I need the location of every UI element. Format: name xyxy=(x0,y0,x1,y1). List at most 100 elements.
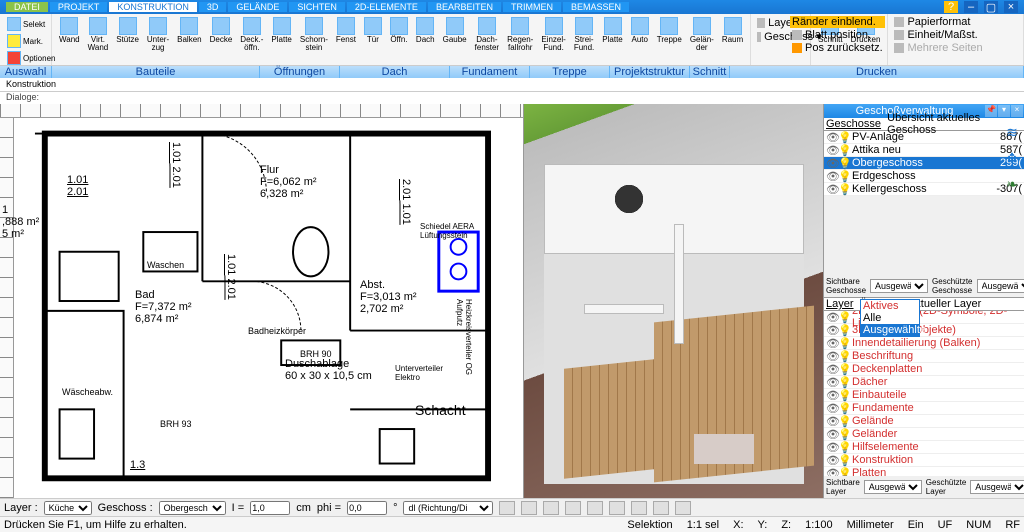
menu-2d-elements[interactable]: 2D-ELEMENTE xyxy=(347,2,426,12)
tb-icon-8[interactable] xyxy=(653,501,669,515)
eye-icon[interactable]: 👁 xyxy=(826,337,838,350)
tool-balken[interactable]: Balken xyxy=(174,16,204,45)
margins-button[interactable]: Ränder einblend. xyxy=(790,16,885,28)
tb-icon-1[interactable] xyxy=(499,501,515,515)
eye-icon[interactable]: 👁 xyxy=(826,415,838,428)
layer-row[interactable]: 👁💡Konstruktion xyxy=(824,454,1024,467)
more-pages[interactable]: Mehrere Seiten xyxy=(892,42,1019,54)
floor-select[interactable]: Obergesch xyxy=(159,501,226,515)
bulb-icon[interactable]: 💡 xyxy=(838,337,850,350)
eye-icon[interactable]: 👁 xyxy=(826,402,838,415)
menu-views[interactable]: SICHTEN xyxy=(289,2,345,12)
tab-geschosse[interactable]: Geschosse xyxy=(826,118,881,130)
menu-edit[interactable]: BEARBEITEN xyxy=(428,2,501,12)
sheet-position[interactable]: Blatt position. xyxy=(790,29,885,41)
eye-icon[interactable]: 👁 xyxy=(826,131,838,144)
menu-file[interactable]: DATEI xyxy=(6,2,48,12)
layer-row[interactable]: 👁💡Deckenplatten xyxy=(824,363,1024,376)
eye-icon[interactable]: 👁 xyxy=(826,157,838,170)
tool-dach-fenster[interactable]: Dach- fenster xyxy=(472,16,502,53)
eye-icon[interactable]: 👁 xyxy=(826,324,838,337)
layer-row[interactable]: 👁💡Fundamente xyxy=(824,402,1024,415)
floor-row[interactable]: 👁💡PV-Anlage867( xyxy=(824,131,1024,144)
bulb-icon[interactable]: 💡 xyxy=(838,467,850,477)
layer-row[interactable]: 👁💡Gelände xyxy=(824,415,1024,428)
options-button[interactable]: Optionen xyxy=(4,50,58,67)
tb-icon-7[interactable] xyxy=(631,501,647,515)
paper-format[interactable]: Papierformat xyxy=(892,16,1019,28)
menu-project[interactable]: PROJEKT xyxy=(50,2,108,12)
tool-virt-wand[interactable]: Virt. Wand xyxy=(85,16,112,53)
tb-icon-9[interactable] xyxy=(675,501,691,515)
eye-icon[interactable]: 👁 xyxy=(826,467,838,477)
select-button[interactable]: Selekt xyxy=(4,16,48,33)
layer-row[interactable]: 👁💡Innendetailierung (Balken) xyxy=(824,337,1024,350)
tool-fenst[interactable]: Fenst xyxy=(333,16,359,45)
tb-icon-4[interactable] xyxy=(565,501,581,515)
tb-icon-3[interactable] xyxy=(543,501,559,515)
tb-icon-2[interactable] xyxy=(521,501,537,515)
bulb-icon[interactable]: 💡 xyxy=(838,415,850,428)
tb-icon-6[interactable] xyxy=(609,501,625,515)
bulb-icon[interactable]: 💡 xyxy=(838,170,850,183)
eye-icon[interactable]: 👁 xyxy=(826,428,838,441)
view-3d[interactable] xyxy=(524,104,824,498)
bulb-icon[interactable]: 💡 xyxy=(838,363,850,376)
eye-icon[interactable]: 👁 xyxy=(826,183,838,196)
bulb-icon[interactable]: 💡 xyxy=(838,324,850,337)
tool-platte[interactable]: Platte xyxy=(599,16,625,45)
eye-icon[interactable]: 👁 xyxy=(826,376,838,389)
tool-platte[interactable]: Platte xyxy=(268,16,294,45)
menu-trim[interactable]: TRIMMEN xyxy=(503,2,561,12)
tool-schorn-stein[interactable]: Schorn- stein xyxy=(297,16,331,53)
eye-icon[interactable]: 👁 xyxy=(826,350,838,363)
tool-regen-fallrohr[interactable]: Regen- fallrohr xyxy=(504,16,536,53)
tree-icon[interactable]: ❧ xyxy=(1003,176,1021,194)
tool-gel-n-der[interactable]: Gelän- der xyxy=(687,16,717,53)
dropdown-popup[interactable]: Aktives Alle Ausgewählte xyxy=(860,299,920,337)
unit-scale[interactable]: Einheit/Maßst. xyxy=(892,29,1019,41)
tool-st-tze[interactable]: Stütze xyxy=(113,16,142,45)
menu-construction[interactable]: KONSTRUKTION xyxy=(109,2,197,12)
layer-row[interactable]: 👁💡Geländer xyxy=(824,428,1024,441)
bulb-icon[interactable]: 💡 xyxy=(838,183,850,196)
protected-floors-select[interactable]: Ausgewählte xyxy=(977,279,1024,293)
layer-row[interactable]: 👁💡Einbauteile xyxy=(824,389,1024,402)
menu-terrain[interactable]: GELÄNDE xyxy=(228,2,287,12)
layer-row[interactable]: 👁💡Platten xyxy=(824,467,1024,476)
layers-stack-icon[interactable]: ≋ xyxy=(1003,124,1021,142)
bulb-icon[interactable]: 💡 xyxy=(838,441,850,454)
eye-icon[interactable]: 👁 xyxy=(826,441,838,454)
bulb-icon[interactable]: 💡 xyxy=(838,144,850,157)
mark-button[interactable]: Mark. xyxy=(4,33,46,50)
protected-layers-select[interactable]: Ausgewählte xyxy=(970,480,1024,494)
tool-auto[interactable]: Auto xyxy=(628,16,652,45)
close-button[interactable]: × xyxy=(1004,1,1018,13)
eye-icon[interactable]: 👁 xyxy=(826,170,838,183)
bulb-icon[interactable]: 💡 xyxy=(838,428,850,441)
help-button[interactable]: ? xyxy=(944,1,958,13)
bulb-icon[interactable]: 💡 xyxy=(838,454,850,467)
tool-decke[interactable]: Decke xyxy=(207,16,236,45)
tool-wand[interactable]: Wand xyxy=(56,16,83,45)
angle-input[interactable] xyxy=(347,501,387,515)
bulb-icon[interactable]: 💡 xyxy=(838,311,850,324)
visible-floors-select[interactable]: Ausgewählte xyxy=(870,279,928,293)
move-icon[interactable]: ✥ xyxy=(1003,150,1021,168)
floor-row[interactable]: 👁💡Erdgeschoss xyxy=(824,170,1024,183)
mode-select[interactable]: dl (Richtung/Di xyxy=(403,501,493,515)
bulb-icon[interactable]: 💡 xyxy=(838,157,850,170)
bulb-icon[interactable]: 💡 xyxy=(838,389,850,402)
layer-row[interactable]: 👁💡2D-Elemente (2D-Symbole, 2D-Linien) xyxy=(824,311,1024,324)
tool-einzel-fund-[interactable]: Einzel- Fund. xyxy=(538,16,568,53)
tool-deck-ffn-[interactable]: Deck.- öffn. xyxy=(237,16,266,53)
floor-row[interactable]: 👁💡Kellergeschoss-307( xyxy=(824,183,1024,196)
tool-gaube[interactable]: Gaube xyxy=(440,16,470,45)
tool-dach[interactable]: Dach xyxy=(413,16,438,45)
length-input[interactable] xyxy=(250,501,290,515)
eye-icon[interactable]: 👁 xyxy=(826,363,838,376)
plan-2d-view[interactable]: FlurF=6,062 m²6,328 m² BadF=7,372 m²6,87… xyxy=(0,104,524,498)
tool-t-r[interactable]: Tür xyxy=(361,16,385,45)
eye-icon[interactable]: 👁 xyxy=(826,311,838,324)
tool-treppe[interactable]: Treppe xyxy=(654,16,685,45)
